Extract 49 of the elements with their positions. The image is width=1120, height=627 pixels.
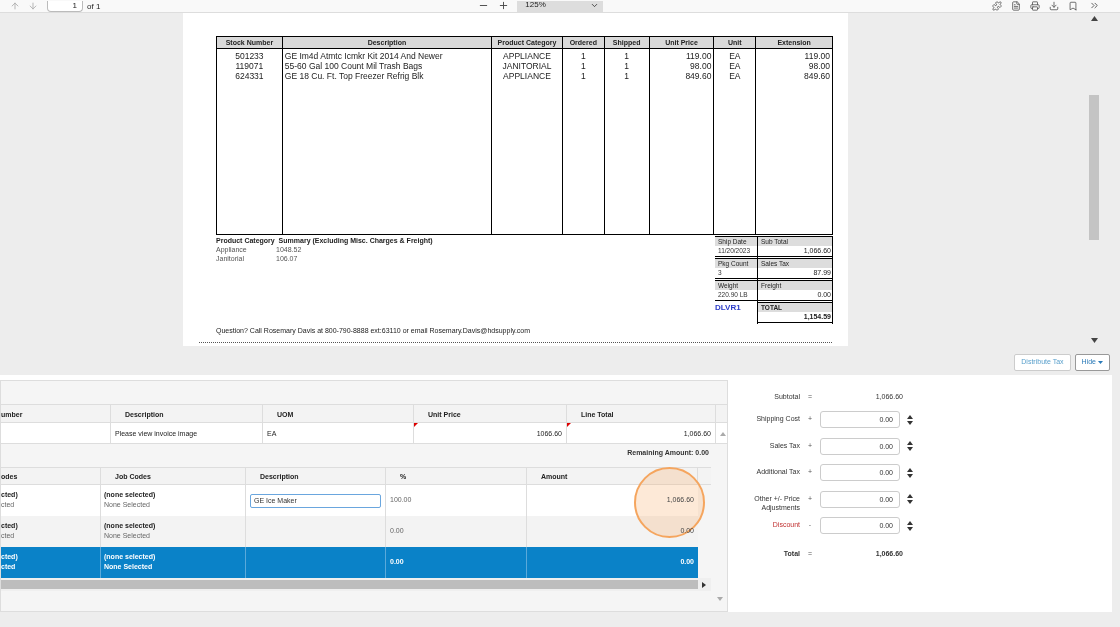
table-cell-text: EA [728, 51, 742, 61]
puzzle-icon[interactable] [992, 1, 1002, 11]
table-cell-text: 1 [623, 71, 630, 81]
table-cell-text: 1 [579, 51, 587, 61]
document-icon[interactable] [1011, 1, 1021, 11]
table-cell-text: APPLIANCE [502, 51, 552, 61]
table-cell-text: APPLIANCE [502, 71, 552, 81]
spinner-icon[interactable] [906, 466, 914, 479]
spinner-icon[interactable] [906, 493, 914, 505]
table-cell-text: 98.00 [807, 61, 831, 71]
table-cell-text: 1 [623, 61, 630, 71]
table-cell-text: GE Im4d Atmtc Icmkr Kit 2014 And Newer [283, 51, 444, 61]
bookmark-icon[interactable] [1068, 1, 1078, 11]
table-cell-text: EA [728, 71, 742, 81]
table-cell-text: 1 [623, 51, 630, 61]
spinner-icon[interactable] [906, 519, 914, 532]
horizontal-scrollbar[interactable] [1, 578, 711, 591]
page-count: of 1 [87, 1, 101, 12]
scroll-down-icon[interactable] [1090, 338, 1098, 343]
table-cell-text: 1 [579, 71, 587, 81]
table-cell-text: 501233 [234, 51, 265, 61]
table-cell-text: GE 18 Cu. Ft. Top Freezer Refrig Blk [283, 71, 425, 81]
vertical-scrollbar[interactable] [1088, 13, 1100, 346]
table-cell-text: 98.00 [689, 61, 713, 71]
scroll-thumb[interactable] [1, 580, 698, 589]
scroll-right-icon[interactable] [702, 581, 706, 588]
table-cell-text: 55-60 Gal 100 Count Mil Trash Bags [283, 61, 424, 71]
table-cell-text: JANITORIAL [501, 61, 553, 71]
zoom-in-icon[interactable] [498, 0, 510, 11]
table-cell-text: 119.00 [685, 51, 713, 61]
table-cell-text: 624331 [234, 71, 265, 81]
table-cell-text: 849.60 [803, 71, 831, 81]
table-cell-text: 119071 [234, 61, 265, 71]
zoom-select[interactable]: 125% [517, 1, 604, 12]
page-field[interactable]: 1 [47, 1, 83, 12]
route-code: DLVR1 [715, 302, 742, 314]
table-cell-text: 849.60 [684, 71, 713, 81]
table-cell-text: 119.00 [803, 51, 831, 61]
scroll-thumb[interactable] [1089, 95, 1099, 240]
scroll-up-icon[interactable] [1090, 16, 1098, 21]
spinner-icon[interactable] [906, 413, 914, 426]
more-tools-icon[interactable] [1089, 0, 1100, 11]
print-icon[interactable] [1030, 1, 1040, 11]
table-cell-text: 1 [579, 61, 587, 71]
caret-icon [1098, 361, 1103, 364]
spinner-icon[interactable] [906, 440, 914, 452]
table-cell-text: EA [728, 61, 742, 71]
download-icon[interactable] [1049, 1, 1059, 11]
chevron-down-icon [590, 1, 600, 10]
